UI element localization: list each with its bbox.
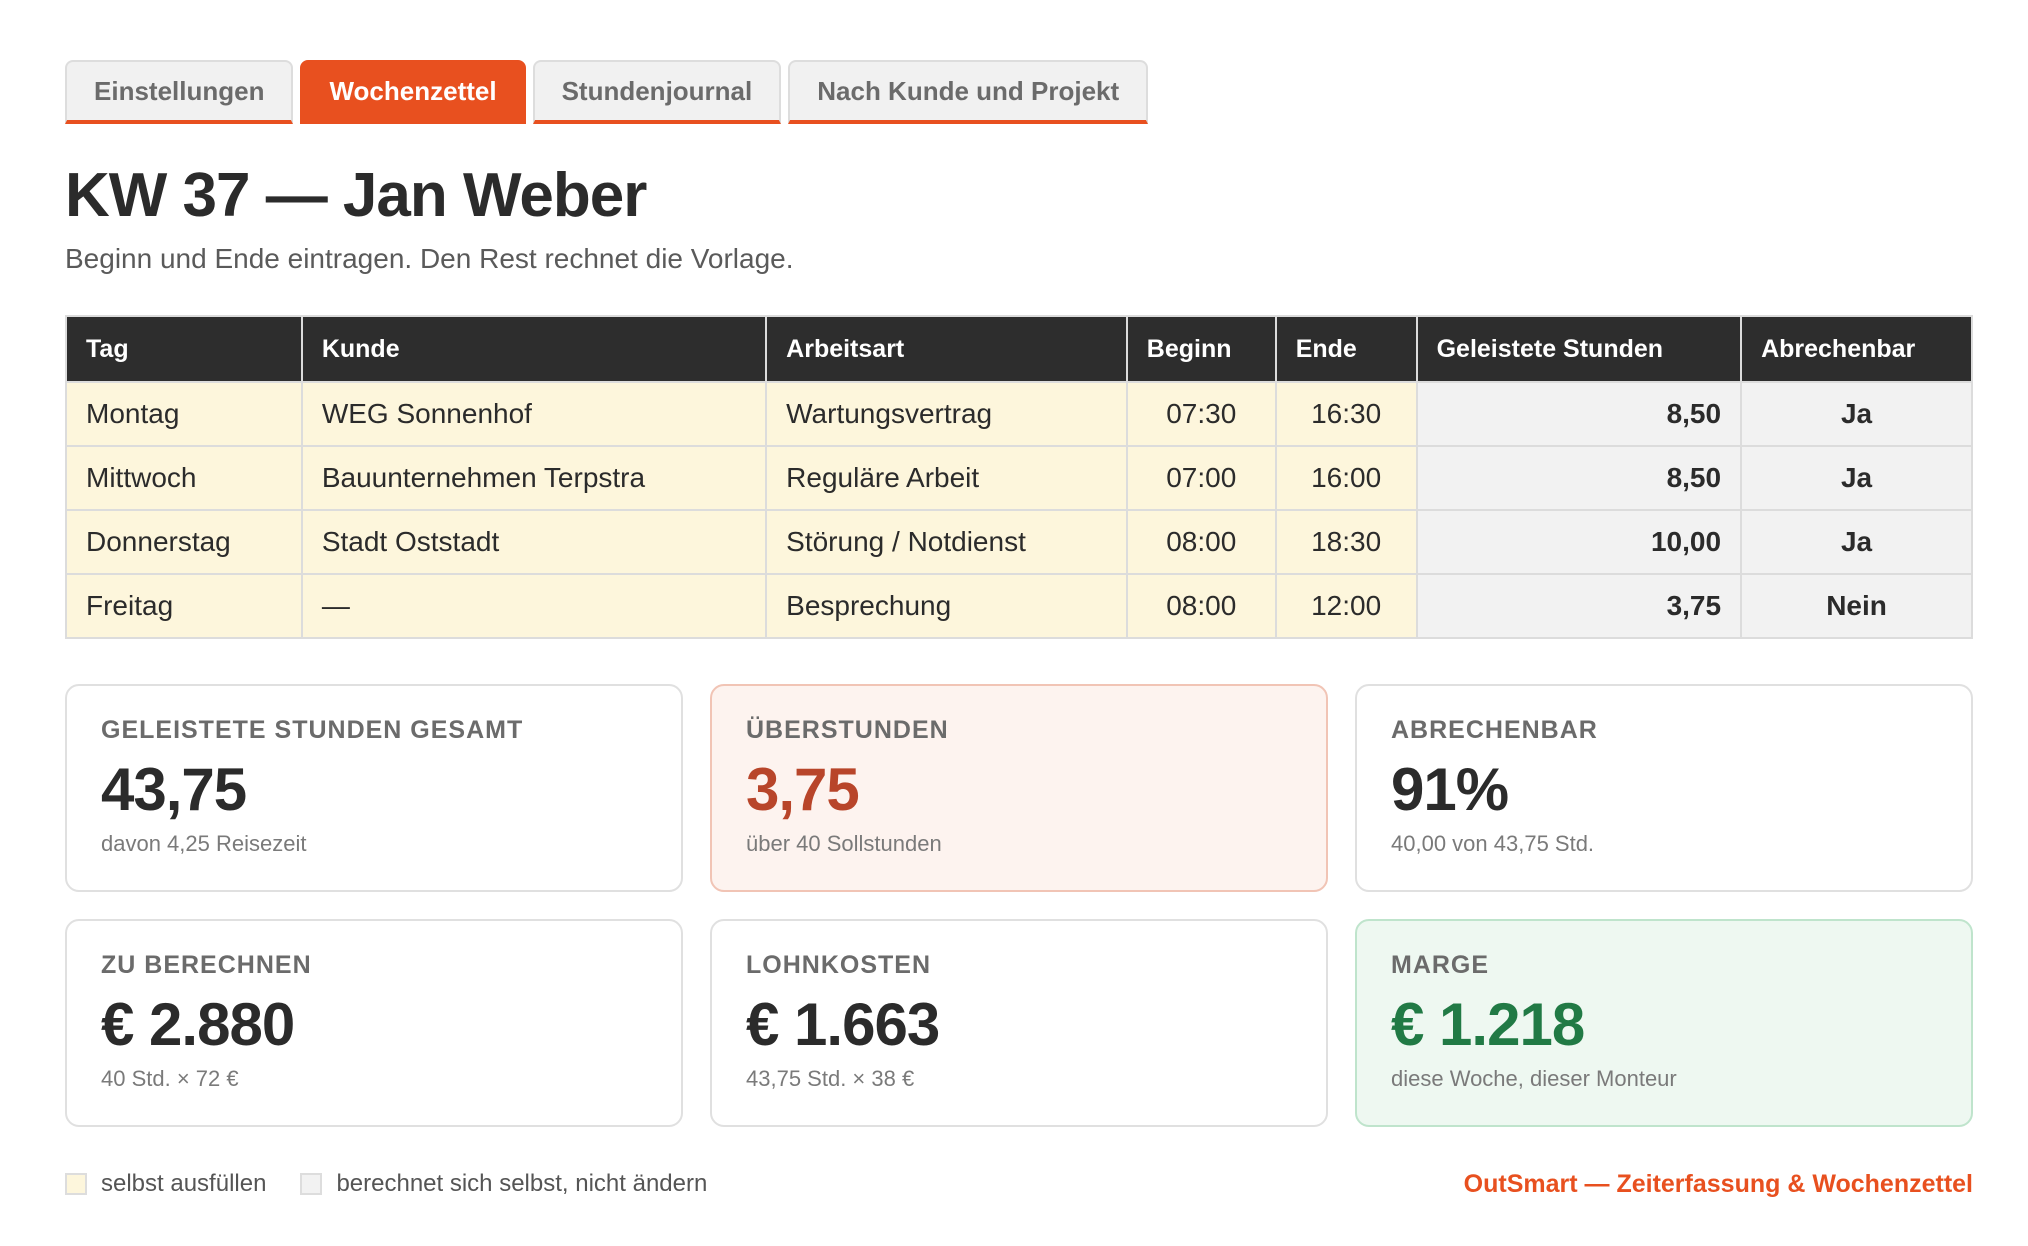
page-title: KW 37 — Jan Weber (65, 161, 647, 230)
column-header-abrechenbar: Abrechenbar (1740, 315, 1973, 383)
cell-ende[interactable]: 18:30 (1274, 509, 1418, 575)
card-geleistete-stunden-gesamt: GELEISTETE STUNDEN GESAMT 43,75 davon 4,… (65, 684, 683, 892)
tab-einstellungen[interactable]: Einstellungen (65, 60, 294, 124)
page-subtitle: Beginn und Ende eintragen. Den Rest rech… (65, 243, 794, 274)
cell-arbeitsart[interactable]: Wartungsvertrag (765, 381, 1128, 447)
calc-swatch (300, 1173, 323, 1195)
card-label: ZU BERECHNEN (101, 951, 312, 979)
cell-arbeitsart[interactable]: Störung / Notdienst (765, 509, 1128, 575)
cell-ende[interactable]: 12:00 (1274, 573, 1418, 639)
table-header-row: Tag Kunde Arbeitsart Beginn Ende Geleist… (65, 315, 1973, 383)
column-header-tag: Tag (65, 315, 303, 383)
card-value: € 2.880 (101, 991, 295, 1058)
table-row: Montag WEG Sonnenhof Wartungsvertrag 07:… (65, 381, 1973, 447)
cell-beginn[interactable]: 07:30 (1125, 381, 1277, 447)
card-value: € 1.218 (1391, 991, 1585, 1058)
cell-tag[interactable]: Donnerstag (65, 509, 303, 575)
cell-arbeitsart[interactable]: Reguläre Arbeit (765, 445, 1128, 511)
cell-abrechenbar: Ja (1740, 509, 1973, 575)
cell-beginn[interactable]: 08:00 (1125, 509, 1277, 575)
tab-wochenzettel[interactable]: Wochenzettel (300, 60, 526, 124)
card-ueberstunden: ÜBERSTUNDEN 3,75 über 40 Sollstunden (710, 684, 1328, 892)
cell-abrechenbar: Ja (1740, 381, 1973, 447)
card-note: 43,75 Std. × 38 € (746, 1066, 915, 1091)
cell-beginn[interactable]: 07:00 (1125, 445, 1277, 511)
card-marge: MARGE € 1.218 diese Woche, dieser Monteu… (1355, 919, 1973, 1127)
brand-footer: OutSmart — Zeiterfassung & Wochenzettel (1463, 1170, 1973, 1198)
card-note: über 40 Sollstunden (746, 831, 942, 856)
table-row: Freitag — Besprechung 08:00 12:00 3,75 N… (65, 573, 1973, 639)
cell-ende[interactable]: 16:30 (1274, 381, 1418, 447)
cell-ende[interactable]: 16:00 (1274, 445, 1418, 511)
column-header-arbeitsart: Arbeitsart (765, 315, 1128, 383)
timesheet-table: Tag Kunde Arbeitsart Beginn Ende Geleist… (65, 315, 1973, 639)
legend-fill-label: selbst ausfüllen (101, 1170, 267, 1197)
card-lohnkosten: LOHNKOSTEN € 1.663 43,75 Std. × 38 € (710, 919, 1328, 1127)
card-note: 40 Std. × 72 € (101, 1066, 239, 1091)
card-value: € 1.663 (746, 991, 940, 1058)
card-value: 43,75 (101, 756, 247, 823)
tab-bar: Einstellungen Wochenzettel Stundenjourna… (65, 60, 1149, 124)
card-value: 3,75 (746, 756, 860, 823)
weekly-timesheet-page: Einstellungen Wochenzettel Stundenjourna… (0, 0, 2028, 1246)
tab-stundenjournal[interactable]: Stundenjournal (532, 60, 782, 124)
card-label: ABRECHENBAR (1391, 716, 1598, 744)
cell-geleistete-stunden: 8,50 (1415, 381, 1743, 447)
card-label: MARGE (1391, 951, 1490, 979)
column-header-kunde: Kunde (300, 315, 768, 383)
cell-geleistete-stunden: 10,00 (1415, 509, 1743, 575)
cell-abrechenbar: Nein (1740, 573, 1973, 639)
tab-nach-kunde-und-projekt[interactable]: Nach Kunde und Projekt (788, 60, 1149, 124)
column-header-geleistete-stunden: Geleistete Stunden (1415, 315, 1743, 383)
column-header-ende: Ende (1274, 315, 1418, 383)
summary-cards: GELEISTETE STUNDEN GESAMT 43,75 davon 4,… (65, 684, 1973, 1127)
cell-arbeitsart[interactable]: Besprechung (765, 573, 1128, 639)
card-label: LOHNKOSTEN (746, 951, 931, 979)
cell-abrechenbar: Ja (1740, 445, 1973, 511)
cell-kunde[interactable]: WEG Sonnenhof (300, 381, 768, 447)
legend-item-fill: selbst ausfüllen (65, 1170, 266, 1198)
card-label: ÜBERSTUNDEN (746, 716, 949, 744)
legend-calc-label: berechnet sich selbst, nicht ändern (336, 1170, 708, 1197)
legend-item-calc: berechnet sich selbst, nicht ändern (300, 1170, 707, 1198)
cell-kunde[interactable]: Bauunternehmen Terpstra (300, 445, 768, 511)
card-note: davon 4,25 Reisezeit (101, 831, 307, 856)
card-note: diese Woche, dieser Monteur (1391, 1066, 1677, 1091)
cell-kunde[interactable]: Stadt Oststadt (300, 509, 768, 575)
card-value: 91% (1391, 756, 1509, 823)
cell-geleistete-stunden: 3,75 (1415, 573, 1743, 639)
cell-tag[interactable]: Montag (65, 381, 303, 447)
cell-geleistete-stunden: 8,50 (1415, 445, 1743, 511)
card-abrechenbar: ABRECHENBAR 91% 40,00 von 43,75 Std. (1355, 684, 1973, 892)
table-row: Donnerstag Stadt Oststadt Störung / Notd… (65, 509, 1973, 575)
cell-beginn[interactable]: 08:00 (1125, 573, 1277, 639)
card-label: GELEISTETE STUNDEN GESAMT (101, 716, 524, 744)
fill-swatch (65, 1173, 87, 1195)
column-header-beginn: Beginn (1125, 315, 1277, 383)
card-zu-berechnen: ZU BERECHNEN € 2.880 40 Std. × 72 € (65, 919, 683, 1127)
table-row: Mittwoch Bauunternehmen Terpstra Regulär… (65, 445, 1973, 511)
cell-kunde[interactable]: — (300, 573, 768, 639)
cell-tag[interactable]: Freitag (65, 573, 303, 639)
cell-tag[interactable]: Mittwoch (65, 445, 303, 511)
card-note: 40,00 von 43,75 Std. (1391, 831, 1595, 856)
legend: selbst ausfüllen berechnet sich selbst, … (65, 1170, 741, 1198)
